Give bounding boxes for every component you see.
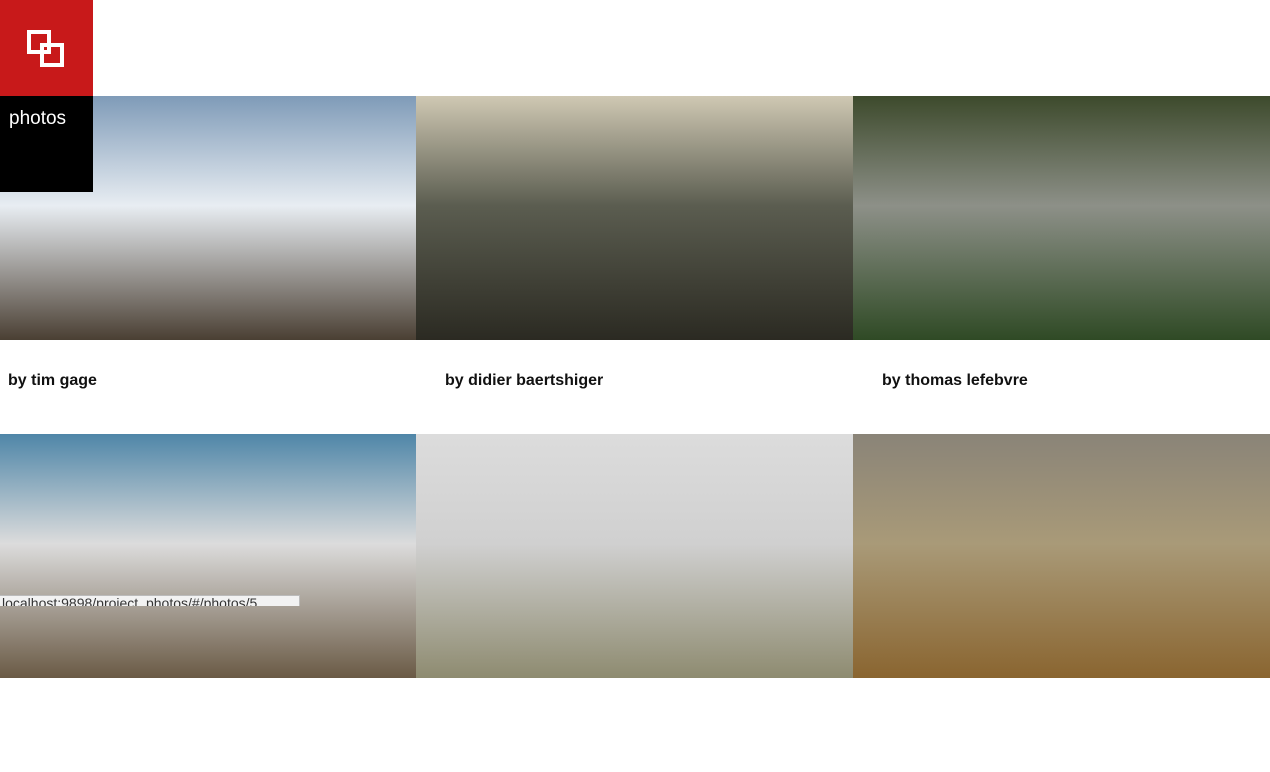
photo-card[interactable]: by thomas lefebvre (853, 96, 1270, 434)
photo-card[interactable] (416, 434, 853, 772)
nav-item-photos[interactable]: photos (0, 96, 93, 142)
status-bar-url: localhost:9898/project_photos/#/photos/5 (0, 595, 300, 606)
photo-caption: by didier baertshiger (445, 372, 604, 389)
photo-image[interactable] (416, 96, 853, 340)
photo-image[interactable] (416, 434, 853, 678)
photo-caption: by thomas lefebvre (882, 372, 1028, 389)
sidebar-nav: photos (0, 96, 93, 192)
photo-card[interactable] (853, 434, 1270, 772)
photo-image[interactable] (853, 96, 1270, 340)
photo-card[interactable]: by didier baertshiger (416, 96, 853, 434)
photo-image[interactable] (0, 434, 416, 678)
photo-image[interactable] (853, 434, 1270, 678)
photo-grid: by tim gage by didier baertshiger by tho… (0, 96, 1270, 772)
logo[interactable] (0, 0, 93, 96)
overlapping-squares-icon (27, 30, 64, 67)
photo-caption: by tim gage (8, 372, 97, 389)
